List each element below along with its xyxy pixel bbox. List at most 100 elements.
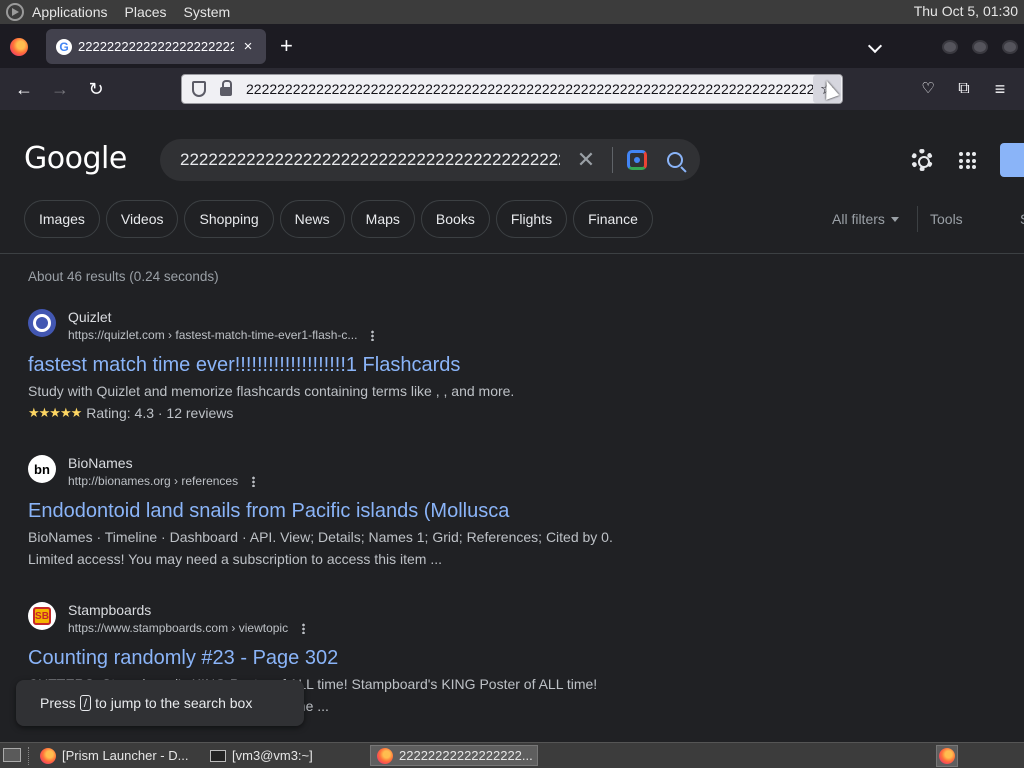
taskbar-item-label: [vm3@vm3:~] [232,748,313,763]
filters-divider [917,206,918,232]
result-stats: About 46 results (0.24 seconds) [28,269,219,284]
more-options-icon[interactable] [302,622,306,634]
keyboard-shortcut-toast: Press / to jump to the search box [16,680,304,726]
site-url-text: https://quizlet.com › fastest-match-time… [68,328,358,342]
sign-in-button[interactable] [1000,143,1024,177]
menu-system[interactable]: System [184,4,231,20]
chip-videos[interactable]: Videos [105,200,179,238]
show-desktop-icon[interactable] [3,748,21,762]
caret-down-icon [890,217,899,222]
tray-firefox-icon[interactable] [936,745,958,767]
taskbar-item-label: 22222222222222222... [399,748,533,763]
result-source[interactable]: Quizlet https://quizlet.com › fastest-ma… [28,309,648,345]
settings-gear-icon[interactable] [911,149,933,171]
chip-finance[interactable]: Finance [573,200,653,238]
rating-stars-icon: ★★★★★ [28,405,82,420]
taskbar-item-terminal[interactable]: [vm3@vm3:~] [204,745,364,766]
search-icon[interactable] [667,152,683,168]
chip-maps[interactable]: Maps [350,200,415,238]
firefox-icon [377,747,393,764]
result-snippet: Study with Quizlet and memorize flashcar… [28,383,515,399]
tab-close-icon[interactable]: × [240,38,256,55]
maximize-button[interactable] [972,40,988,54]
chip-shopping[interactable]: Shopping [184,200,274,238]
taskbar-item-prism-launcher[interactable]: [Prism Launcher - D... [34,745,200,766]
google-apps-grid-icon[interactable] [959,152,976,169]
result-source[interactable]: SB Stampboards https://www.stampboards.c… [28,602,648,638]
stampboards-favicon-text: SB [33,607,51,625]
extensions-puzzle-icon[interactable]: ⧉ [953,78,975,100]
bionames-favicon-icon: bn [28,455,56,483]
chip-news[interactable]: News [279,200,345,238]
firefox-view-icon[interactable] [10,38,28,56]
stampboards-favicon-icon: SB [28,602,56,630]
result-snippet-line: BioNames · Timeline · Dashboard · API. V… [28,529,613,545]
lock-icon[interactable] [220,80,232,96]
google-logo[interactable]: Google [24,141,127,176]
safesearch-button[interactable]: S [1020,211,1024,227]
menu-applications[interactable]: Applications [32,4,108,20]
taskbar-item-firefox[interactable]: 22222222222222222... [370,745,538,766]
tab-strip: G 2222222222222222222222222222222222222 … [0,24,1024,68]
navigation-toolbar: ← → ↻ 2222222222222222222222222222222222… [0,68,1024,110]
search-box[interactable]: 2222222222222222222222222222222222222222… [160,139,700,181]
result-title-link[interactable]: Endodontoid land snails from Pacific isl… [28,499,648,523]
close-window-button[interactable] [1002,40,1018,54]
top-panel: Applications Places System Thu Oct 5, 01… [0,0,1024,24]
distro-logo-icon[interactable] [6,3,24,21]
pocket-icon[interactable]: ♡ [917,78,939,100]
quizlet-favicon-icon [28,309,56,337]
rating-text: Rating: 4.3 · 12 reviews [86,405,234,421]
result-item: Quizlet https://quizlet.com › fastest-ma… [28,309,648,424]
tools-button[interactable]: Tools [930,211,963,227]
minimize-button[interactable] [942,40,958,54]
all-filters-button[interactable]: All filters [832,211,899,227]
taskbar-item-label: [Prism Launcher - D... [62,748,189,763]
result-snippet: BioNames · Timeline · Dashboard · API. V… [28,526,648,570]
site-url-text: https://www.stampboards.com › viewtopic [68,621,289,635]
panel-clock[interactable]: Thu Oct 5, 01:30 [914,3,1018,19]
forward-arrow-icon[interactable]: → [49,78,71,100]
tracking-shield-icon[interactable] [192,81,206,97]
result-source[interactable]: bn BioNames http://bionames.org › refere… [28,455,648,491]
toast-text-after: to jump to the search box [95,695,253,711]
tab-title: 2222222222222222222222222222222222222 [78,39,234,54]
chip-books[interactable]: Books [420,200,490,238]
more-options-icon[interactable] [371,329,375,341]
terminal-icon [210,749,226,762]
taskbar-separator [28,747,30,765]
search-filter-chips: Images Videos Shopping News Maps Books F… [24,200,653,238]
chip-flights[interactable]: Flights [495,200,568,238]
site-name: Stampboards [68,602,152,618]
url-bar[interactable]: 2222222222222222222222222222222222222222… [181,74,843,104]
site-url: https://www.stampboards.com › viewtopic [68,618,306,638]
hamburger-menu-icon[interactable]: ≡ [989,78,1011,100]
clear-search-icon[interactable]: ✕ [574,147,598,173]
google-favicon-icon: G [56,38,72,55]
search-divider [612,147,613,173]
more-options-icon[interactable] [252,475,256,487]
toast-text-before: Press [40,695,76,711]
bottom-taskbar: [Prism Launcher - D... [vm3@vm3:~] 22222… [0,742,1024,768]
search-input[interactable]: 2222222222222222222222222222222222222222… [180,150,560,170]
url-text[interactable]: 2222222222222222222222222222222222222222… [246,81,813,97]
chip-images[interactable]: Images [24,200,100,238]
back-arrow-icon[interactable]: ← [13,78,35,100]
tab-google-search[interactable]: G 2222222222222222222222222222222222222 … [46,29,266,64]
new-tab-button[interactable]: + [280,35,293,57]
result-title-link[interactable]: Counting randomly #23 - Page 302 [28,646,648,670]
firefox-icon [939,748,955,764]
result-rating: ★★★★★ Rating: 4.3 · 12 reviews [28,402,648,424]
list-all-tabs-chevron-icon[interactable] [867,38,883,54]
reload-icon[interactable]: ↻ [85,78,107,100]
site-url: http://bionames.org › references [68,471,256,491]
menu-places[interactable]: Places [125,4,167,20]
result-item: bn BioNames http://bionames.org › refere… [28,455,648,570]
google-lens-icon[interactable] [627,150,647,170]
site-url-text: http://bionames.org › references [68,474,239,488]
site-url: https://quizlet.com › fastest-match-time… [68,325,375,345]
site-name: Quizlet [68,309,112,325]
site-name: BioNames [68,455,133,471]
result-snippet-line: Limited access! You may need a subscript… [28,551,442,567]
result-title-link[interactable]: fastest match time ever!!!!!!!!!!!!!!!!!… [28,353,648,377]
